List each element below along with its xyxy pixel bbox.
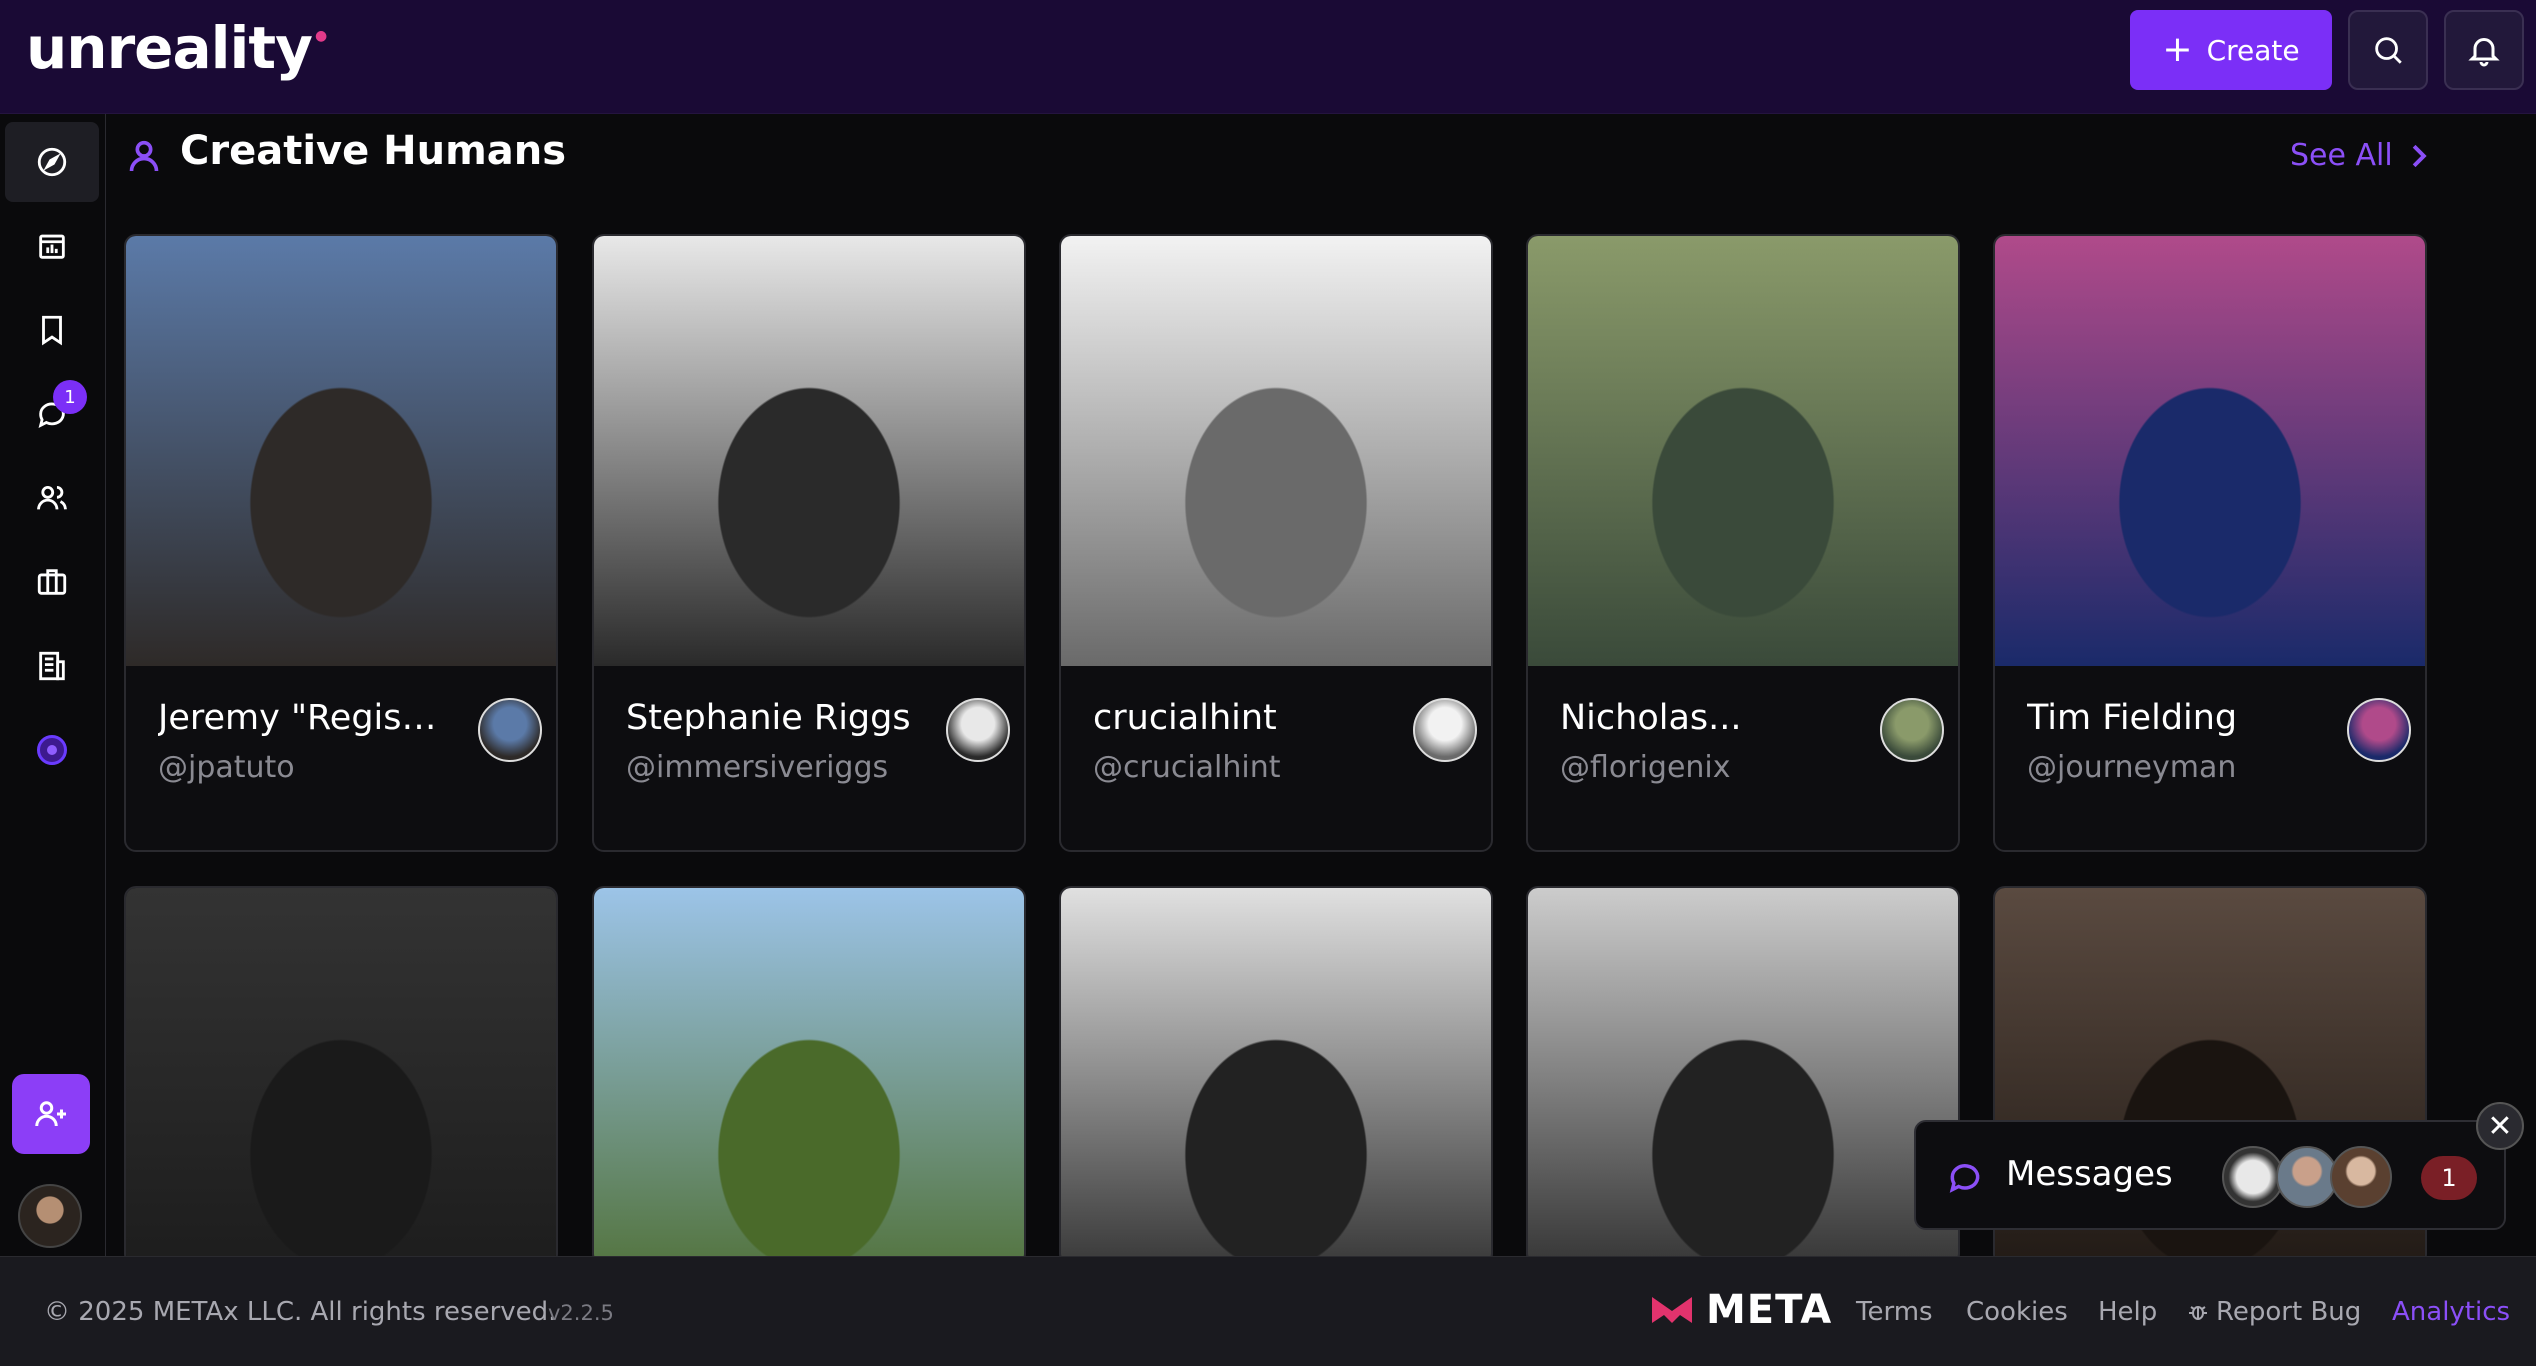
creator-handle: @jpatuto bbox=[158, 750, 295, 785]
creator-card[interactable]: crucialhint @crucialhint bbox=[1059, 234, 1493, 852]
creator-photo bbox=[1528, 888, 1958, 1264]
meta-logo[interactable]: META bbox=[1650, 1287, 1832, 1333]
sidebar-item-community[interactable] bbox=[5, 710, 99, 790]
sidebar-item-dashboard[interactable] bbox=[5, 206, 99, 286]
meta-wordmark: META bbox=[1706, 1287, 1833, 1333]
creator-photo bbox=[594, 236, 1024, 666]
creator-photo bbox=[126, 888, 556, 1264]
creator-card[interactable] bbox=[1526, 886, 1960, 1266]
version-text: v2.2.5 bbox=[548, 1301, 614, 1325]
chart-board-icon bbox=[39, 234, 65, 259]
creator-card[interactable]: Jeremy "Regis"... @jpatuto bbox=[124, 234, 558, 852]
building-icon bbox=[39, 651, 65, 681]
creator-handle: @crucialhint bbox=[1093, 750, 1281, 785]
creator-avatar bbox=[946, 698, 1010, 762]
meta-mark-icon bbox=[1652, 1297, 1692, 1323]
creator-handle: @journeyman bbox=[2027, 750, 2237, 785]
analytics-link[interactable]: Analytics bbox=[2392, 1297, 2510, 1327]
sidebar-item-explore[interactable] bbox=[5, 122, 99, 202]
notifications-button[interactable] bbox=[2444, 10, 2524, 90]
help-link[interactable]: Help bbox=[2098, 1297, 2157, 1327]
creator-avatar bbox=[1413, 698, 1477, 762]
creator-avatar bbox=[1880, 698, 1944, 762]
community-orb-icon bbox=[37, 735, 67, 765]
creator-photo bbox=[1061, 888, 1491, 1264]
creator-photo bbox=[1528, 236, 1958, 666]
messages-count-badge: 1 bbox=[2421, 1156, 2477, 1200]
search-button[interactable] bbox=[2348, 10, 2428, 90]
creator-photo bbox=[1995, 236, 2425, 666]
bell-icon bbox=[2468, 38, 2500, 67]
see-all-link[interactable]: See All bbox=[2290, 138, 2429, 173]
invite-user-button[interactable] bbox=[12, 1074, 90, 1154]
creator-name: Stephanie Riggs bbox=[626, 698, 911, 738]
creator-name: Jeremy "Regis"... bbox=[158, 698, 448, 738]
creator-avatar bbox=[478, 698, 542, 762]
creator-card[interactable]: Stephanie Riggs @immersiveriggs bbox=[592, 234, 1026, 852]
sidebar-item-companies[interactable] bbox=[5, 626, 99, 706]
copyright-text: © 2025 METAx LLC. All rights reserved. bbox=[44, 1297, 557, 1327]
section-title: Creative Humans bbox=[180, 128, 567, 174]
report-bug-label: Report Bug bbox=[2216, 1297, 2362, 1327]
compass-icon bbox=[37, 147, 67, 177]
top-header: unreality ● + Create bbox=[0, 0, 2536, 114]
creator-name: crucialhint bbox=[1093, 698, 1277, 738]
close-messages-button[interactable]: ✕ bbox=[2476, 1102, 2524, 1150]
message-avatar bbox=[2276, 1146, 2338, 1208]
footer: © 2025 METAx LLC. All rights reserved. v… bbox=[0, 1256, 2536, 1366]
search-icon bbox=[2375, 37, 2402, 64]
logo-text: unreality bbox=[26, 14, 313, 82]
registered-icon: ● bbox=[314, 28, 327, 44]
messages-widget[interactable]: Messages 1 bbox=[1914, 1120, 2506, 1230]
creator-name: Tim Fielding bbox=[2027, 698, 2238, 738]
sidebar-item-people[interactable] bbox=[5, 458, 99, 538]
current-user-avatar[interactable] bbox=[18, 1184, 82, 1248]
message-avatar bbox=[2330, 1146, 2392, 1208]
create-label: Create bbox=[2206, 33, 2300, 67]
creator-handle: @florigenix bbox=[1560, 750, 1731, 785]
sidebar-item-saved[interactable] bbox=[5, 290, 99, 370]
creator-photo bbox=[594, 888, 1024, 1264]
chevron-right-icon bbox=[2412, 144, 2427, 167]
bug-icon bbox=[2189, 1306, 2207, 1320]
creator-card[interactable] bbox=[1059, 886, 1493, 1266]
sidebar-item-messages[interactable]: 1 bbox=[5, 374, 99, 454]
see-all-label: See All bbox=[2290, 138, 2393, 173]
creator-photo bbox=[126, 236, 556, 666]
user-plus-icon bbox=[35, 1101, 66, 1127]
messages-label: Messages bbox=[2006, 1154, 2173, 1194]
messages-badge: 1 bbox=[53, 380, 87, 414]
users-icon bbox=[37, 485, 67, 510]
cookies-link[interactable]: Cookies bbox=[1966, 1297, 2068, 1327]
creator-card[interactable] bbox=[124, 886, 558, 1266]
briefcase-icon bbox=[37, 569, 67, 595]
creator-card[interactable]: Nicholas... @florigenix bbox=[1526, 234, 1960, 852]
creator-avatar bbox=[2347, 698, 2411, 762]
report-bug-link[interactable]: Report Bug bbox=[2186, 1297, 2361, 1327]
message-avatar bbox=[2222, 1146, 2284, 1208]
sidebar-item-jobs[interactable] bbox=[5, 542, 99, 622]
chat-bubble-icon bbox=[1949, 1164, 1980, 1193]
creator-handle: @immersiveriggs bbox=[626, 750, 889, 785]
creator-photo bbox=[1061, 236, 1491, 666]
sidebar: 1 bbox=[0, 114, 106, 1256]
create-button[interactable]: + Create bbox=[2130, 10, 2332, 90]
plus-icon: + bbox=[2162, 29, 2193, 70]
person-icon bbox=[129, 140, 159, 172]
terms-link[interactable]: Terms bbox=[1856, 1297, 1933, 1327]
bookmark-icon bbox=[42, 315, 62, 346]
creator-card[interactable]: Tim Fielding @journeyman bbox=[1993, 234, 2427, 852]
logo[interactable]: unreality ● bbox=[26, 14, 327, 82]
creator-name: Nicholas... bbox=[1560, 698, 1742, 738]
creator-card[interactable] bbox=[592, 886, 1026, 1266]
